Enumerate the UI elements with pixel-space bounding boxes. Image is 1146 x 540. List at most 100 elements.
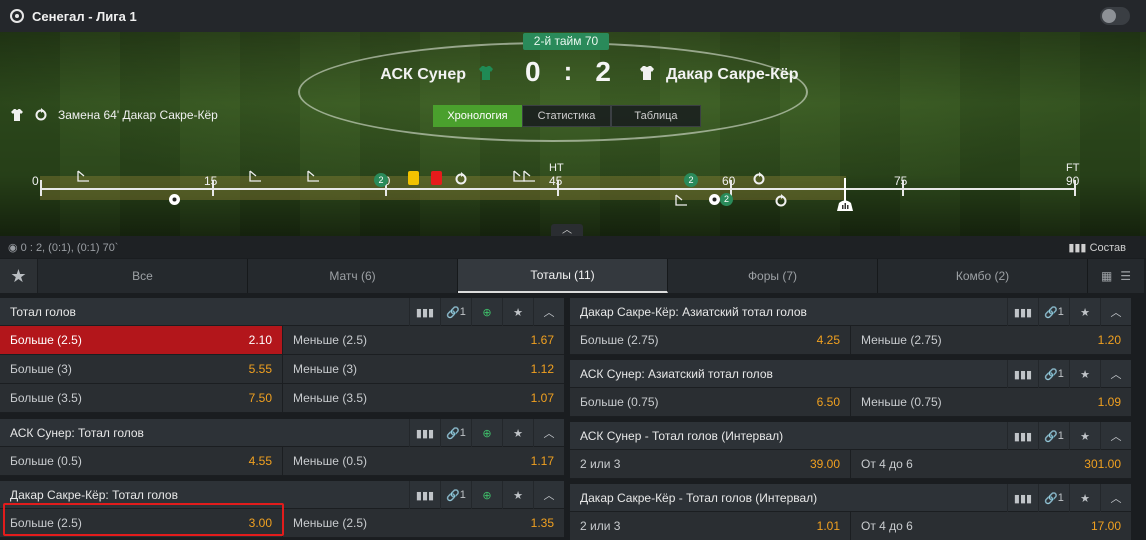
odds-button[interactable]: Больше (2.75) 4.25 [570, 326, 850, 354]
odds-label: Меньше (0.5) [293, 454, 367, 468]
star-icon[interactable]: ★ [502, 298, 533, 326]
link-icon[interactable]: 🔗 1 [1038, 422, 1069, 450]
market-tabs: ★ Все Матч (6) Тоталы (11) Форы (7) Комб… [0, 259, 1146, 293]
star-icon[interactable]: ★ [502, 419, 533, 447]
market-title: Дакар Сакре-Кёр: Азиатский тотал голов [580, 304, 807, 319]
grid-view-icon[interactable]: ▦ [1101, 269, 1112, 283]
tab-all[interactable]: Все [38, 259, 248, 293]
odds-button[interactable]: Меньше (2.75) 1.20 [850, 326, 1131, 354]
odds-label: Меньше (2.75) [861, 333, 942, 347]
odds-button[interactable]: 2 или 3 39.00 [570, 450, 850, 478]
corner-flag-icon [675, 194, 687, 206]
away-team-name: Дакар Сакре-Кёр [666, 66, 799, 83]
cashout-icon[interactable]: ⊕ [471, 481, 502, 509]
odds-row: Больше (0.75) 6.50 Меньше (0.75) 1.09 [570, 388, 1131, 417]
odds-button[interactable]: От 4 до 6 301.00 [850, 450, 1131, 478]
odds-button[interactable]: 2 или 3 1.01 [570, 512, 850, 540]
chevron-up-icon[interactable]: ︿ [533, 419, 564, 447]
market-actions: ▮▮▮ 🔗 1 ★ ︿ [1007, 360, 1131, 388]
goal-count-badge: 2 [720, 193, 733, 206]
link-icon[interactable]: 🔗 1 [1038, 484, 1069, 512]
chevron-up-icon[interactable]: ︿ [1100, 484, 1131, 512]
toggle-switch[interactable] [1100, 7, 1130, 25]
market-title: АСК Сунер: Тотал голов [10, 425, 144, 440]
odds-button[interactable]: Меньше (2.5) 1.35 [282, 509, 564, 537]
odds-label: Меньше (0.75) [861, 395, 942, 409]
odds-button[interactable]: Больше (3.5) 7.50 [0, 384, 282, 412]
star-icon[interactable]: ★ [502, 481, 533, 509]
chevron-up-icon[interactable]: ︿ [533, 298, 564, 326]
star-icon[interactable]: ★ [1069, 298, 1100, 326]
odds-row: 2 или 3 39.00 От 4 до 6 301.00 [570, 450, 1131, 479]
link-icon[interactable]: 🔗 1 [1038, 360, 1069, 388]
cashout-icon[interactable]: ⊕ [471, 419, 502, 447]
odds-button[interactable]: Меньше (3.5) 1.07 [282, 384, 564, 412]
timeline-tick [40, 180, 42, 196]
market-actions: ▮▮▮ 🔗 1 ★ ︿ [1007, 484, 1131, 512]
football-icon [10, 9, 24, 23]
odds-button[interactable]: Меньше (0.5) 1.17 [282, 447, 564, 475]
odds-button[interactable]: От 4 до 6 17.00 [850, 512, 1131, 540]
tab-statistics[interactable]: Статистика [522, 105, 611, 127]
odds-label: Меньше (3.5) [293, 391, 367, 405]
stats-icon[interactable]: ▮▮▮ [1007, 298, 1038, 326]
stats-icon[interactable]: ▮▮▮ [1007, 422, 1038, 450]
stats-icon[interactable]: ▮▮▮ [1007, 484, 1038, 512]
odds-value: 4.25 [816, 333, 840, 347]
tab-totals[interactable]: Тоталы (11) [458, 259, 668, 293]
odds-button[interactable]: Больше (2.5) 2.10 [0, 326, 282, 354]
bar-chart-icon: ▮▮▮ [1068, 241, 1087, 254]
odds-value: 39.00 [809, 457, 840, 471]
odds-value: 4.55 [248, 454, 272, 468]
odds-button[interactable]: Больше (0.5) 4.55 [0, 447, 282, 475]
odds-row: Больше (2.75) 4.25 Меньше (2.75) 1.20 [570, 326, 1131, 355]
chevron-up-icon[interactable]: ︿ [1100, 298, 1131, 326]
home-score: 0 [525, 56, 541, 87]
favorites-star-icon[interactable]: ★ [0, 259, 38, 293]
link-count: 1 [1057, 368, 1064, 380]
odds-label: Больше (3) [10, 362, 72, 376]
tab-table[interactable]: Таблица [611, 105, 701, 127]
odds-button[interactable]: Больше (0.75) 6.50 [570, 388, 850, 416]
substitution-icon [35, 108, 47, 121]
stats-icon[interactable]: ▮▮▮ [409, 481, 440, 509]
market-header: Дакар Сакре-Кёр - Тотал голов (Интервал)… [570, 484, 1131, 512]
stats-icon[interactable]: ▮▮▮ [409, 419, 440, 447]
lineups-link[interactable]: ▮▮▮ Состав [1068, 241, 1126, 254]
market-actions: ▮▮▮ 🔗 1 ★ ︿ [1007, 298, 1131, 326]
stats-icon[interactable]: ▮▮▮ [409, 298, 440, 326]
list-view-icon[interactable]: ☰ [1120, 269, 1131, 283]
odds-value: 2.10 [248, 333, 272, 347]
chevron-up-icon[interactable]: ︿ [1100, 360, 1131, 388]
chevron-up-icon[interactable]: ︿ [1100, 422, 1131, 450]
market-away-interval: Дакар Сакре-Кёр - Тотал голов (Интервал)… [570, 484, 1131, 540]
star-icon[interactable]: ★ [1069, 484, 1100, 512]
home-team-name: АСК Сунер [380, 66, 466, 83]
odds-button[interactable]: Меньше (0.75) 1.09 [850, 388, 1131, 416]
tab-chronology[interactable]: Хронология [433, 105, 522, 127]
odds-label: Больше (2.75) [580, 333, 659, 347]
cashout-icon[interactable]: ⊕ [471, 298, 502, 326]
red-card-icon [431, 171, 442, 185]
corner-flag-icon [77, 170, 89, 182]
link-icon[interactable]: 🔗 1 [1038, 298, 1069, 326]
corner-flag-icon [249, 170, 261, 182]
chevron-up-icon[interactable]: ︿ [533, 481, 564, 509]
tab-match[interactable]: Матч (6) [248, 259, 458, 293]
star-icon[interactable]: ★ [1069, 360, 1100, 388]
star-icon[interactable]: ★ [1069, 422, 1100, 450]
link-icon[interactable]: 🔗 1 [440, 481, 471, 509]
scoreline: 0 : 2 [525, 56, 611, 88]
tab-handicaps[interactable]: Форы (7) [668, 259, 878, 293]
market-home-interval: АСК Сунер - Тотал голов (Интервал) ▮▮▮ 🔗… [570, 422, 1131, 479]
link-icon[interactable]: 🔗 1 [440, 298, 471, 326]
tab-combo[interactable]: Комбо (2) [878, 259, 1088, 293]
odds-row: Больше (3) 5.55 Меньше (3) 1.12 [0, 355, 564, 384]
toggle-knob-icon [1102, 9, 1116, 23]
stats-icon[interactable]: ▮▮▮ [1007, 360, 1038, 388]
link-icon[interactable]: 🔗 1 [440, 419, 471, 447]
odds-button[interactable]: Больше (3) 5.55 [0, 355, 282, 383]
away-score: 2 [595, 56, 611, 87]
odds-button[interactable]: Меньше (2.5) 1.67 [282, 326, 564, 354]
odds-button[interactable]: Меньше (3) 1.12 [282, 355, 564, 383]
